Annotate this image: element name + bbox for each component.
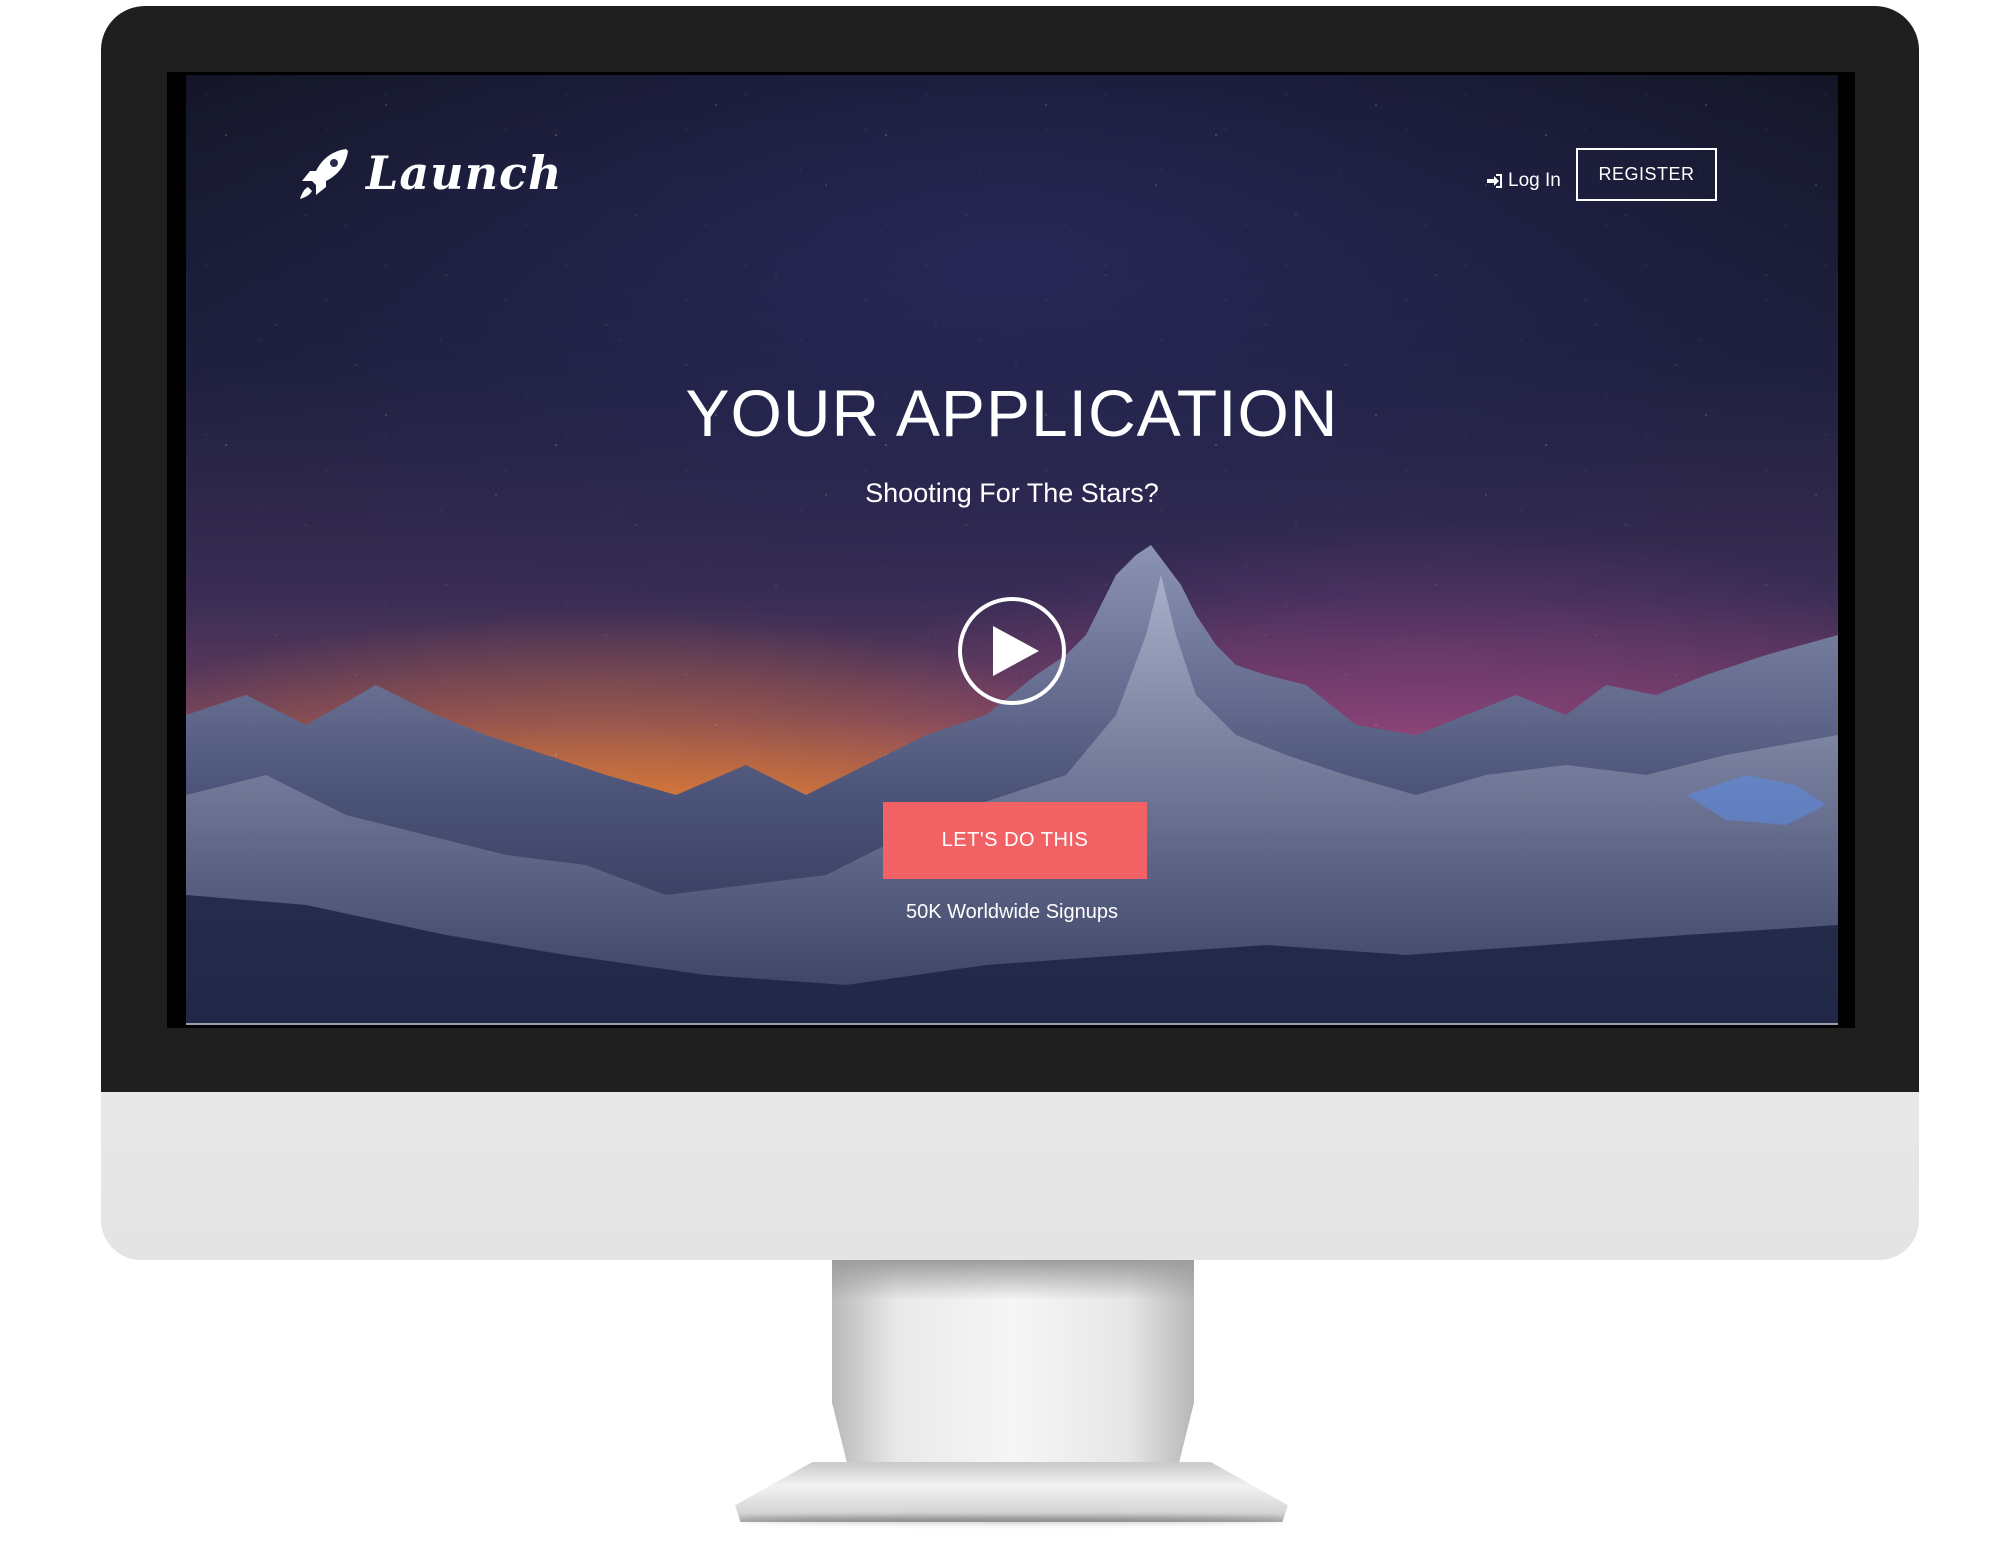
signups-count: 50K Worldwide Signups: [906, 901, 1118, 923]
register-button[interactable]: REGISTER: [1576, 148, 1717, 201]
mountain-range-background: [186, 545, 1838, 1025]
play-icon: [993, 626, 1039, 676]
hero-subtitle: Shooting For The Stars?: [865, 478, 1159, 508]
landing-page-screen: Launch Log In REGISTER YOUR APPLICATION …: [186, 75, 1838, 1025]
hero-title: YOUR APPLICATION: [685, 376, 1339, 450]
monitor-stand-shadow: [832, 1260, 1194, 1300]
cta-button[interactable]: LET'S DO THIS: [883, 802, 1147, 879]
login-label: Log In: [1508, 170, 1561, 191]
sign-in-icon: [1487, 174, 1502, 188]
monitor-stand-foot: [735, 1462, 1288, 1522]
screen-bottom-divider: [186, 1023, 1838, 1025]
rocket-icon: [300, 149, 348, 199]
play-video-button[interactable]: [958, 597, 1066, 705]
monitor-foot-shadow: [740, 1516, 1283, 1524]
login-link[interactable]: Log In: [1486, 170, 1561, 192]
brand-name: Launch: [366, 146, 563, 200]
monitor-chin: [101, 1092, 1919, 1260]
brand[interactable]: Launch: [296, 145, 563, 201]
